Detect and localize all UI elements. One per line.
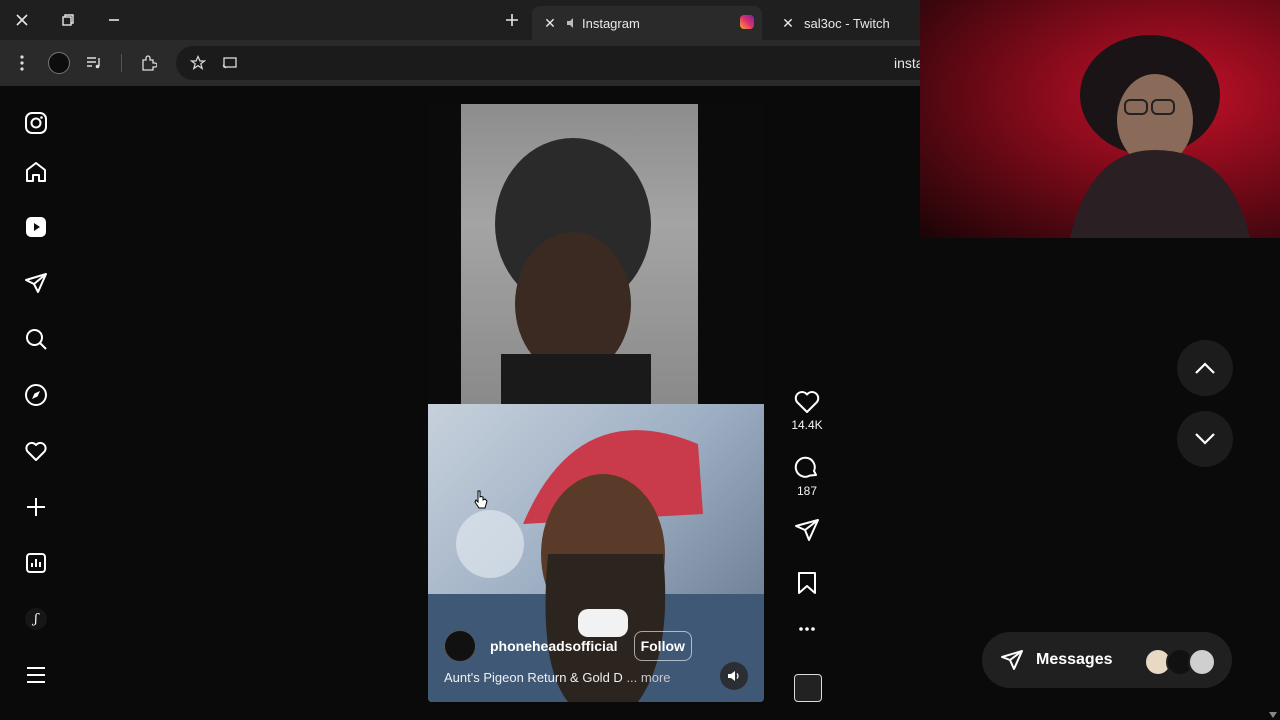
webcam-overlay <box>920 0 1280 238</box>
reel-author-row: phoneheadsofficial Follow <box>444 630 692 662</box>
heart-icon[interactable] <box>794 390 820 414</box>
like-count: 14.4K <box>791 418 823 432</box>
more-options-icon[interactable] <box>798 626 816 632</box>
tab-title: Instagram <box>582 15 640 31</box>
page-scrollbar[interactable] <box>1266 238 1280 720</box>
new-tab-icon[interactable] <box>498 6 526 34</box>
bookmark-icon[interactable] <box>796 571 818 595</box>
extensions-icon[interactable] <box>135 49 163 77</box>
more-options-action <box>787 626 827 632</box>
chevron-down-icon <box>1194 432 1216 446</box>
save-action <box>787 571 827 595</box>
chevron-up-icon <box>1194 361 1216 375</box>
comment-count: 187 <box>796 484 818 498</box>
more-menu-icon[interactable] <box>22 661 50 689</box>
author-username[interactable]: phoneheadsofficial <box>490 638 618 654</box>
instagram-logo-icon[interactable] <box>22 109 50 137</box>
direct-message-icon[interactable] <box>22 269 50 297</box>
instagram-favicon-icon <box>740 15 754 29</box>
video-person-top <box>461 104 698 404</box>
threads-icon[interactable]: ʃ <box>22 605 50 633</box>
dashboard-icon[interactable] <box>22 549 50 577</box>
toolbar-divider <box>121 54 122 72</box>
scroll-down-arrow-icon[interactable] <box>1269 712 1277 718</box>
comment-action: 187 <box>787 454 827 498</box>
browser-tab-strip: ✕ Instagram ✕ sal3oc - Twitch <box>0 0 920 40</box>
message-avatar <box>1188 648 1216 676</box>
next-post-button[interactable] <box>1177 411 1233 467</box>
speaker-icon <box>727 669 741 683</box>
like-action: 14.4K <box>787 390 827 432</box>
restore-window-icon[interactable] <box>54 6 82 34</box>
explore-icon[interactable] <box>22 381 50 409</box>
messages-label: Messages <box>1036 651 1113 668</box>
audio-track-thumbnail[interactable] <box>794 674 822 702</box>
share-action <box>787 518 827 542</box>
close-tab-icon[interactable]: ✕ <box>780 15 796 32</box>
messages-bar[interactable]: Messages <box>982 632 1232 688</box>
browser-toolbar: insta <box>0 40 924 86</box>
browser-menu-icon[interactable] <box>8 49 36 77</box>
previous-post-button[interactable] <box>1177 340 1233 396</box>
notifications-icon[interactable] <box>22 437 50 465</box>
sidebar: ʃ <box>0 86 72 720</box>
tab-audio-icon <box>566 17 578 29</box>
reel-video[interactable]: phoneheadsofficial Follow Aunt's Pigeon … <box>428 104 764 702</box>
search-icon[interactable] <box>22 325 50 353</box>
home-icon[interactable] <box>22 158 50 186</box>
tab-twitch[interactable]: ✕ sal3oc - Twitch <box>770 6 920 40</box>
follow-button[interactable]: Follow <box>633 631 692 661</box>
mouse-cursor-icon <box>474 490 488 510</box>
reels-icon[interactable] <box>22 213 50 241</box>
close-window-icon[interactable] <box>8 6 36 34</box>
profile-avatar-icon[interactable] <box>45 49 73 77</box>
mute-button[interactable] <box>720 662 748 690</box>
cast-icon[interactable] <box>216 49 244 77</box>
media-controls-icon[interactable] <box>80 49 108 77</box>
share-icon[interactable] <box>794 518 820 542</box>
bookmark-star-icon[interactable] <box>184 49 212 77</box>
tab-title: sal3oc - Twitch <box>804 15 890 31</box>
tab-instagram[interactable]: ✕ Instagram <box>532 6 762 40</box>
reel-caption: Aunt's Pigeon Return & Gold D ... more <box>444 670 671 685</box>
minimize-window-icon[interactable] <box>100 6 128 34</box>
caption-text: Aunt's Pigeon Return & Gold D <box>444 670 623 685</box>
messages-icon <box>1000 649 1024 671</box>
create-icon[interactable] <box>22 493 50 521</box>
video-frame-top <box>428 104 764 404</box>
address-bar[interactable]: insta <box>176 46 924 80</box>
author-avatar[interactable] <box>444 630 476 662</box>
caption-more-link[interactable]: ... more <box>626 670 670 685</box>
comment-icon[interactable] <box>794 454 820 480</box>
close-tab-icon[interactable]: ✕ <box>542 15 558 32</box>
